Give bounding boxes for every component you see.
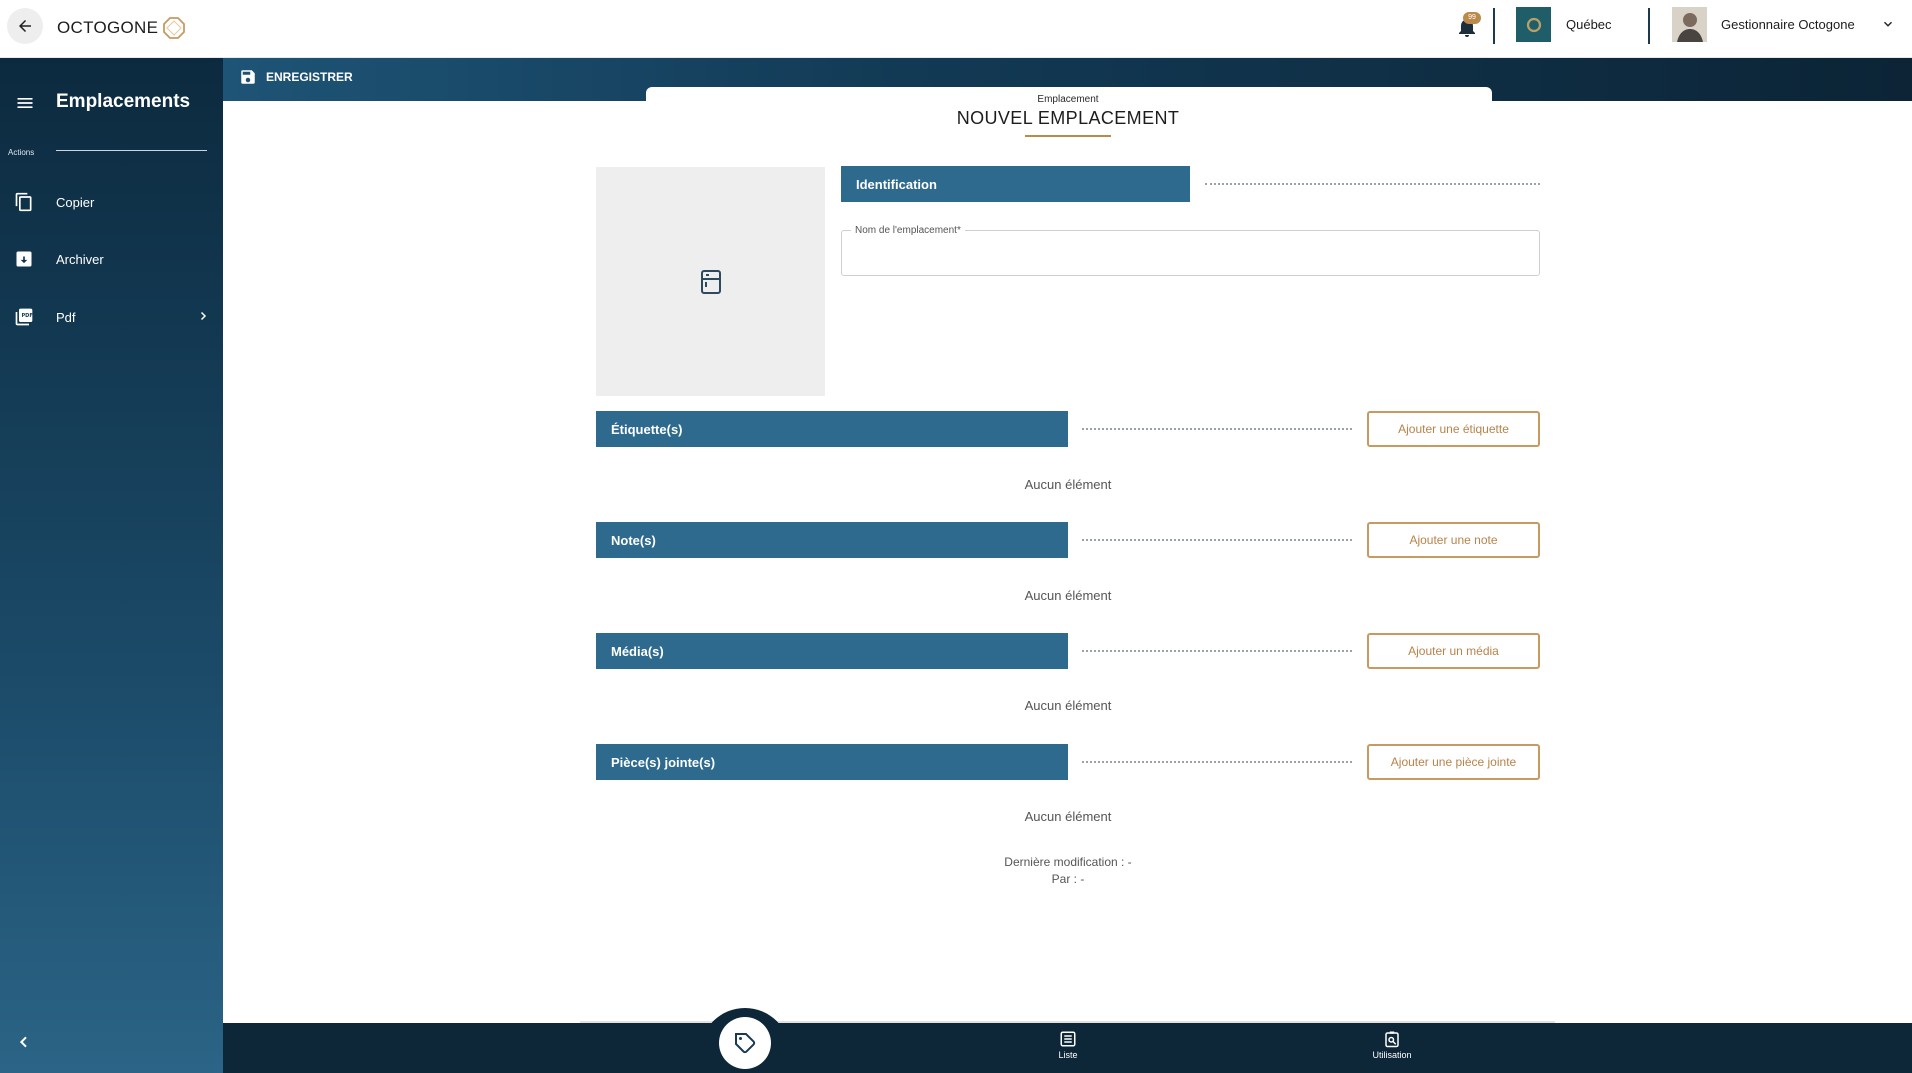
section-attachments: Pièce(s) jointe(s) xyxy=(596,744,1068,780)
menu-icon[interactable] xyxy=(15,93,35,113)
chevron-down-icon[interactable] xyxy=(1881,17,1895,31)
modified-by: Par : - xyxy=(1051,872,1085,886)
arrow-left-icon xyxy=(19,20,31,32)
divider xyxy=(1648,8,1650,44)
sidebar-item-copy[interactable]: Copier xyxy=(0,182,223,222)
dotted-divider xyxy=(1082,650,1352,652)
add-note-button[interactable]: Ajouter une note xyxy=(1367,522,1540,558)
location-name-input[interactable] xyxy=(842,231,1539,275)
location-name-label: Nom de l'emplacement* xyxy=(851,225,965,236)
svg-text:PDF: PDF xyxy=(22,313,33,319)
nav-list-label: Liste xyxy=(1058,1050,1078,1060)
brand-name: OCTOGONE xyxy=(57,18,159,37)
section-media: Média(s) xyxy=(596,633,1068,669)
dotted-divider xyxy=(1082,761,1352,763)
top-bar: OCTOGONE 99 Québec Gestionnaire Octogone xyxy=(0,0,1912,58)
page-title: NOUVEL EMPLACEMENT xyxy=(956,108,1180,128)
list-icon xyxy=(1060,1031,1076,1047)
pdf-icon: PDF xyxy=(15,308,33,326)
sidebar-item-label: Pdf xyxy=(56,310,76,325)
sidebar-item-label: Copier xyxy=(56,195,95,210)
sidebar-title: Emplacements xyxy=(56,91,191,112)
back-button[interactable] xyxy=(7,8,43,44)
page-subtitle: Emplacement xyxy=(1037,94,1099,105)
actions-label: Actions xyxy=(8,148,35,157)
sidebar-item-label: Archiver xyxy=(56,252,104,267)
empty-state: Aucun élément xyxy=(1024,809,1112,824)
dotted-divider xyxy=(1205,183,1540,185)
dotted-divider xyxy=(1082,539,1352,541)
chevron-left-icon[interactable] xyxy=(16,1034,32,1050)
add-attachment-button[interactable]: Ajouter une pièce jointe xyxy=(1367,744,1540,780)
empty-state: Aucun élément xyxy=(1024,477,1112,492)
sidebar-header: Emplacements xyxy=(0,88,223,118)
title-underline xyxy=(1025,135,1111,137)
avatar[interactable] xyxy=(1672,7,1707,42)
circle-logo-icon xyxy=(1526,17,1541,32)
sidebar-item-pdf[interactable]: PDF Pdf xyxy=(0,297,223,337)
notification-badge: 99 xyxy=(1463,12,1481,24)
octagon-logo-icon xyxy=(163,17,186,39)
tag-icon xyxy=(735,1033,756,1054)
dotted-divider xyxy=(1082,428,1352,430)
location-name-field[interactable] xyxy=(841,230,1540,276)
save-icon xyxy=(241,70,255,84)
add-tag-button[interactable]: Ajouter une étiquette xyxy=(1367,411,1540,447)
tag-fab-button[interactable] xyxy=(719,1017,771,1069)
section-identification: Identification xyxy=(841,166,1190,202)
nav-list[interactable]: Liste xyxy=(1028,1030,1108,1060)
copy-icon xyxy=(15,192,32,212)
section-tags: Étiquette(s) xyxy=(596,411,1068,447)
divider xyxy=(1493,8,1495,44)
save-button[interactable]: ENREGISTRER xyxy=(239,68,353,86)
empty-state: Aucun élément xyxy=(1024,698,1112,713)
location-cabinet-icon xyxy=(700,269,721,294)
chevron-right-icon xyxy=(200,311,207,321)
sidebar: Emplacements Actions Copier Archiver PDF… xyxy=(0,58,223,1073)
nav-usage-label: Utilisation xyxy=(1372,1050,1412,1060)
image-upload-placeholder[interactable] xyxy=(596,167,825,396)
divider xyxy=(56,150,207,151)
nav-usage[interactable]: Utilisation xyxy=(1352,1030,1432,1060)
org-logo[interactable] xyxy=(1516,7,1551,42)
clipboard-search-icon xyxy=(1385,1031,1399,1048)
section-notes: Note(s) xyxy=(596,522,1068,558)
org-name[interactable]: Québec xyxy=(1566,17,1612,32)
archive-icon xyxy=(16,251,32,267)
sidebar-item-archive[interactable]: Archiver xyxy=(0,239,223,279)
add-media-button[interactable]: Ajouter un média xyxy=(1367,633,1540,669)
save-label: ENREGISTRER xyxy=(266,70,353,84)
brand-logo[interactable]: OCTOGONE xyxy=(57,16,186,40)
last-modified: Dernière modification : - xyxy=(1004,855,1132,869)
user-photo-icon xyxy=(1672,7,1707,42)
empty-state: Aucun élément xyxy=(1024,588,1112,603)
user-name[interactable]: Gestionnaire Octogone xyxy=(1721,17,1855,32)
